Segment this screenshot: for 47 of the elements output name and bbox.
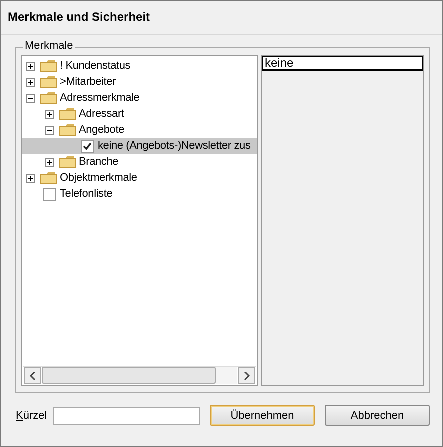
- expand-icon[interactable]: [26, 78, 35, 86]
- tree-item[interactable]: keine (Angebots-)Newsletter zus: [98, 140, 251, 152]
- tree-item[interactable]: Angebote: [79, 124, 124, 136]
- tree-item[interactable]: ! Kundenstatus: [60, 60, 131, 72]
- checkbox[interactable]: [81, 140, 94, 152]
- value-field[interactable]: keine: [262, 56, 423, 71]
- folder-icon: [40, 171, 58, 185]
- tree-row[interactable]: ! Kundenstatus: [22, 58, 257, 74]
- tree-row[interactable]: Adressart: [22, 106, 257, 122]
- tree-row[interactable]: Adressmerkmale: [22, 90, 257, 106]
- folder-icon: [59, 123, 77, 137]
- tree-row[interactable]: Telefonliste: [22, 186, 257, 202]
- tree-row[interactable]: Branche: [22, 154, 257, 170]
- expand-icon[interactable]: [45, 158, 54, 166]
- horizontal-scrollbar[interactable]: [23, 366, 256, 384]
- folder-icon: [59, 107, 77, 121]
- expand-icon[interactable]: [26, 174, 35, 182]
- tree-row[interactable]: Objektmerkmale: [22, 170, 257, 186]
- tree-item[interactable]: >Mitarbeiter: [60, 76, 116, 88]
- scroll-thumb[interactable]: [42, 367, 216, 384]
- tree-item[interactable]: Adressmerkmale: [60, 92, 140, 104]
- tree-item[interactable]: Adressart: [79, 108, 124, 120]
- tree-row[interactable]: keine (Angebots-)Newsletter zus: [22, 138, 257, 154]
- checkbox[interactable]: [43, 188, 56, 200]
- expand-icon[interactable]: [26, 62, 35, 70]
- tree-item[interactable]: Branche: [79, 156, 119, 168]
- folder-icon: [59, 155, 77, 169]
- expand-icon[interactable]: [45, 110, 54, 118]
- kuerzel-label: Kürzel: [16, 410, 48, 422]
- window-title: Merkmale und Sicherheit: [1, 1, 442, 35]
- tree-row[interactable]: Angebote: [22, 122, 257, 138]
- folder-icon: [40, 75, 58, 89]
- tree-item[interactable]: Telefonliste: [60, 188, 113, 200]
- group-label: Merkmale: [23, 40, 76, 52]
- tree-item[interactable]: Objektmerkmale: [60, 172, 138, 184]
- tree-row[interactable]: >Mitarbeiter: [22, 74, 257, 90]
- folder-icon: [40, 91, 58, 105]
- collapse-icon[interactable]: [26, 94, 35, 102]
- scroll-left-button[interactable]: [24, 367, 41, 384]
- dialog-button[interactable]: Übernehmen: [210, 405, 315, 426]
- right-chevron-icon: [242, 372, 250, 380]
- dialog-button[interactable]: Abbrechen: [325, 405, 430, 426]
- left-chevron-icon: [28, 372, 36, 380]
- collapse-icon[interactable]: [45, 126, 54, 134]
- folder-icon: [40, 59, 58, 73]
- kuerzel-field[interactable]: [53, 406, 200, 424]
- scroll-right-button[interactable]: [238, 367, 255, 384]
